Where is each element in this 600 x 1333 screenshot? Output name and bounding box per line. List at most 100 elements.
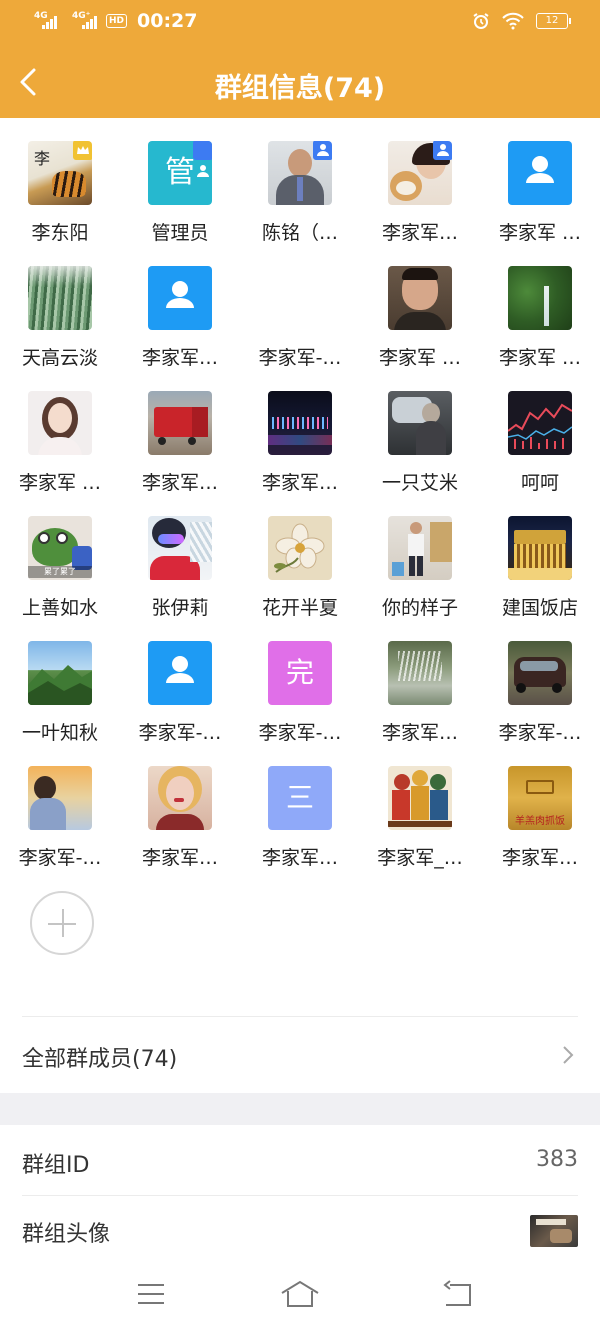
member-item[interactable]: 你的样子 xyxy=(360,493,480,619)
add-member-button[interactable] xyxy=(30,891,94,955)
member-item[interactable]: 李家军 … xyxy=(360,243,480,369)
avatar-caption: 累了累了 xyxy=(28,566,92,578)
network-type-2: 4G⁺ xyxy=(72,11,91,21)
member-item[interactable]: 李家军… xyxy=(360,118,480,244)
member-name: 一只艾米 xyxy=(381,472,458,494)
avatar xyxy=(148,641,212,705)
member-item[interactable]: 一只艾米 xyxy=(360,368,480,494)
avatar xyxy=(28,391,92,455)
avatar: 累了累了 xyxy=(28,516,92,580)
member-name: 陈铭（… xyxy=(261,222,338,244)
chevron-right-icon xyxy=(563,1046,574,1064)
menu-icon[interactable] xyxy=(136,1279,166,1309)
signal-icon: 4G xyxy=(34,11,60,29)
member-item[interactable]: 李家军… xyxy=(120,243,240,369)
avatar: 三 xyxy=(268,766,332,830)
admin-icon xyxy=(313,141,332,160)
stock-chart-icon xyxy=(508,403,572,449)
mountain-icon xyxy=(28,665,92,705)
group-id-label: 群组ID xyxy=(22,1153,90,1178)
avatar-text: 三 xyxy=(285,781,314,814)
member-item[interactable]: 管 管理员 xyxy=(120,118,240,244)
avatar xyxy=(268,391,332,455)
header: 4G 4G⁺ HD 00:27 12 群组信息(74) xyxy=(0,0,600,118)
member-item[interactable]: 李家军… xyxy=(120,743,240,869)
member-item[interactable]: 一叶知秋 xyxy=(0,618,120,744)
member-item[interactable]: 羊羔肉抓饭 李家军… xyxy=(480,743,600,869)
back-icon[interactable] xyxy=(440,1279,474,1309)
avatar xyxy=(388,266,452,330)
avatar xyxy=(28,641,92,705)
member-item[interactable]: 李家军_… xyxy=(360,743,480,869)
member-item[interactable]: 李家军-… xyxy=(480,618,600,744)
guardian-painting-icon xyxy=(388,770,452,827)
group-id-value: 383 xyxy=(536,1147,578,1172)
avatar xyxy=(508,516,572,580)
member-item[interactable]: 李家军… xyxy=(120,368,240,494)
member-item[interactable]: 李家军-… xyxy=(240,243,360,369)
member-item[interactable]: 李家军 … xyxy=(480,118,600,244)
section-gap xyxy=(0,1093,600,1125)
member-item[interactable]: 李家军-… xyxy=(0,743,120,869)
avatar xyxy=(388,766,452,830)
member-item[interactable]: 李 李东阳 xyxy=(0,118,120,244)
member-item[interactable]: 三 李家军… xyxy=(240,743,360,869)
member-item[interactable]: 花开半夏 xyxy=(240,493,360,619)
member-item[interactable]: 呵呵 xyxy=(480,368,600,494)
member-name: 李家军-… xyxy=(138,722,222,744)
avatar-text: 管 xyxy=(165,155,195,190)
nav-bar: 群组信息(74) xyxy=(0,46,600,118)
default-person-icon xyxy=(166,656,194,683)
avatar: 李 xyxy=(28,141,92,205)
member-name: 李家军… xyxy=(141,472,218,494)
group-avatar-thumbnail[interactable] xyxy=(530,1215,578,1247)
all-members-label: 全部群成员(74) xyxy=(22,1047,178,1072)
avatar-text: 完 xyxy=(285,656,314,689)
member-name: 李东阳 xyxy=(31,222,89,244)
admin-icon xyxy=(433,141,452,160)
member-name: 李家军-… xyxy=(258,722,342,744)
group-avatar-row[interactable]: 群组头像 xyxy=(0,1196,600,1266)
system-nav-bar xyxy=(0,1261,600,1333)
member-name: 花开半夏 xyxy=(261,597,338,619)
member-name: 管理员 xyxy=(151,222,209,244)
all-members-row[interactable]: 全部群成员(74) xyxy=(0,1017,600,1093)
avatar xyxy=(388,391,452,455)
admin-icon xyxy=(193,141,212,177)
default-person-icon xyxy=(166,281,194,308)
member-item[interactable]: 累了累了 上善如水 xyxy=(0,493,120,619)
member-name: 李家军… xyxy=(141,347,218,369)
member-item[interactable]: 完 李家军-… xyxy=(240,618,360,744)
member-item[interactable]: 天高云淡 xyxy=(0,243,120,369)
member-item[interactable]: 李家军 … xyxy=(480,243,600,369)
member-name: 建国饭店 xyxy=(501,597,578,619)
member-item[interactable]: 李家军-… xyxy=(120,618,240,744)
wifi-icon xyxy=(502,12,524,30)
avatar-caption: 羊羔肉抓饭 xyxy=(515,816,565,827)
member-item[interactable]: 张伊莉 xyxy=(120,493,240,619)
avatar xyxy=(388,141,452,205)
avatar xyxy=(508,391,572,455)
avatar xyxy=(148,266,212,330)
avatar xyxy=(148,766,212,830)
member-name: 李家军… xyxy=(261,847,338,869)
member-item[interactable]: 陈铭（… xyxy=(240,118,360,244)
crown-icon xyxy=(73,141,92,160)
avatar xyxy=(268,266,332,330)
member-name: 李家军… xyxy=(141,847,218,869)
member-item[interactable]: 李家军… xyxy=(240,368,360,494)
member-name: 李家军-… xyxy=(258,347,342,369)
member-name: 李家军_… xyxy=(377,847,463,869)
member-name: 你的样子 xyxy=(381,597,458,619)
avatar: 完 xyxy=(268,641,332,705)
avatar: 管 xyxy=(148,141,212,205)
member-item[interactable]: 李家军 … xyxy=(0,368,120,494)
avatar xyxy=(268,141,332,205)
status-right: 12 xyxy=(472,12,571,30)
avatar xyxy=(508,641,572,705)
home-icon[interactable] xyxy=(280,1279,320,1309)
member-item[interactable]: 李家军… xyxy=(360,618,480,744)
page-title: 群组信息(74) xyxy=(214,73,386,104)
avatar xyxy=(388,641,452,705)
member-item[interactable]: 建国饭店 xyxy=(480,493,600,619)
